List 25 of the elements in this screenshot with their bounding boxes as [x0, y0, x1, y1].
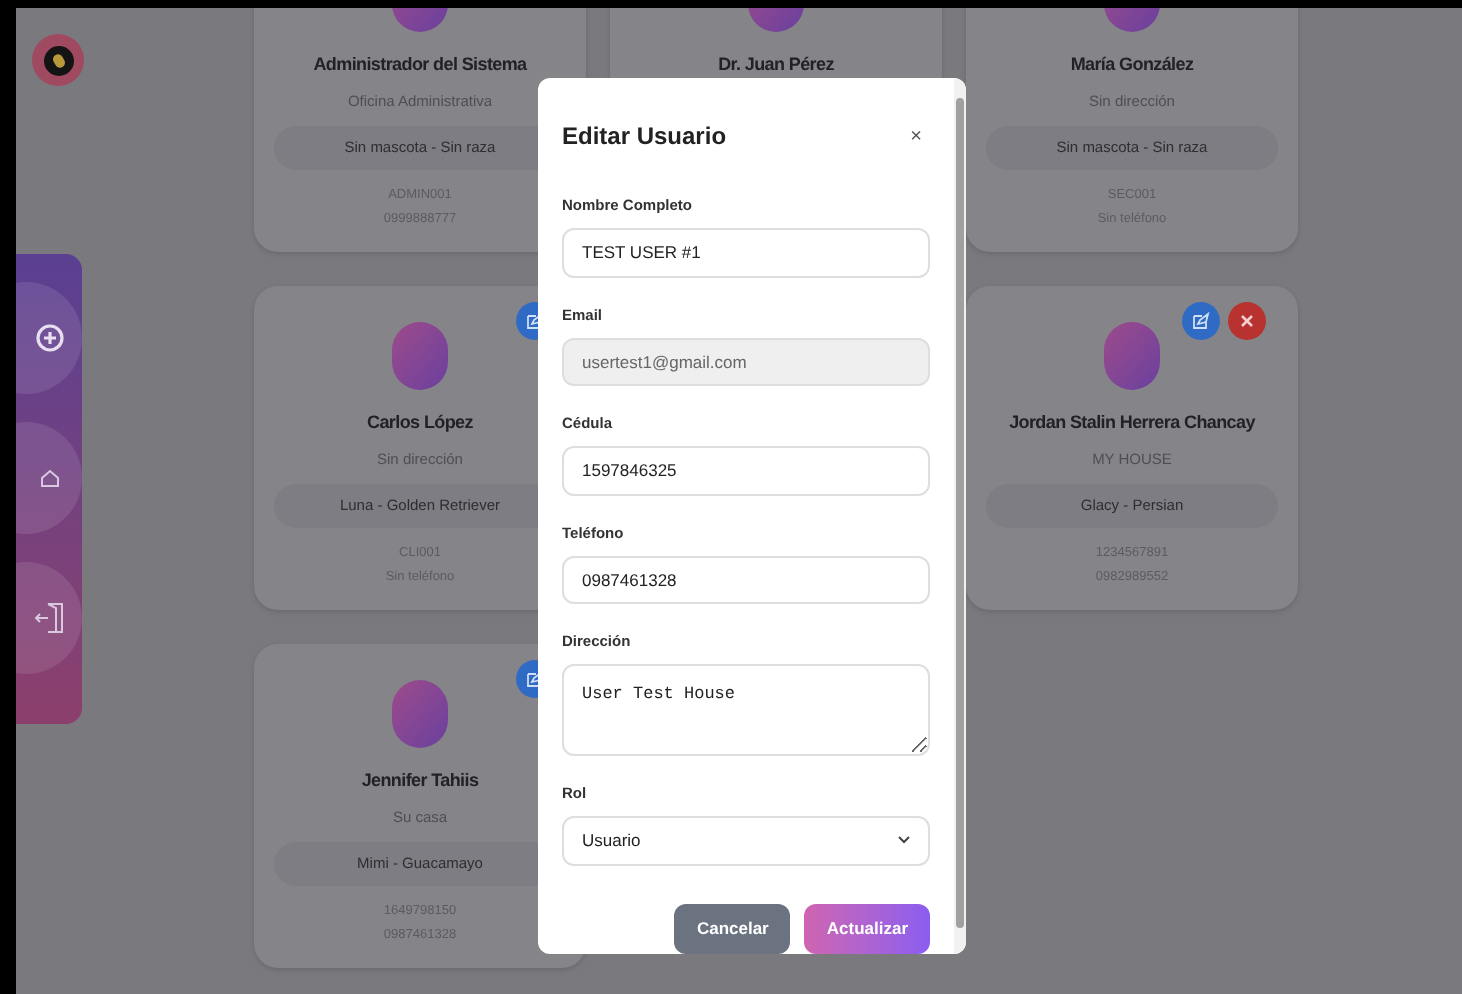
dialog-title: Editar Usuario: [562, 120, 727, 154]
user-avatar[interactable]: [32, 34, 84, 86]
delete-button[interactable]: [1228, 302, 1266, 340]
user-name: Carlos López: [367, 414, 473, 432]
chevron-down-icon: [898, 836, 910, 845]
user-name: Administrador del Sistema: [313, 56, 527, 74]
cancel-button[interactable]: Cancelar: [674, 904, 791, 954]
user-name: Jennifer Tahiis: [361, 772, 479, 790]
plus-circle-icon[interactable]: [35, 324, 63, 352]
update-button[interactable]: Actualizar: [804, 904, 930, 954]
close-button[interactable]: ×: [910, 121, 922, 151]
scrollbar[interactable]: [954, 78, 966, 954]
user-name: Dr. Juan Pérez: [718, 56, 834, 74]
user-name: Jordan Stalin Herrera Chancay: [1009, 414, 1255, 432]
close-icon: [1240, 314, 1254, 328]
address-field[interactable]: User Test House: [562, 664, 930, 756]
input-field[interactable]: 1597846325: [562, 446, 930, 496]
edit-button[interactable]: [1182, 302, 1220, 340]
role-select[interactable]: Usuario: [562, 815, 930, 866]
user-name: María González: [1070, 56, 1194, 74]
home-icon[interactable]: [37, 466, 61, 490]
input-field[interactable]: 0987461328: [562, 555, 930, 605]
email-field[interactable]: usertest1@gmail.com: [562, 337, 930, 387]
door-arrow-icon[interactable]: [33, 600, 65, 636]
input-field[interactable]: TEST USER #1: [562, 228, 930, 278]
